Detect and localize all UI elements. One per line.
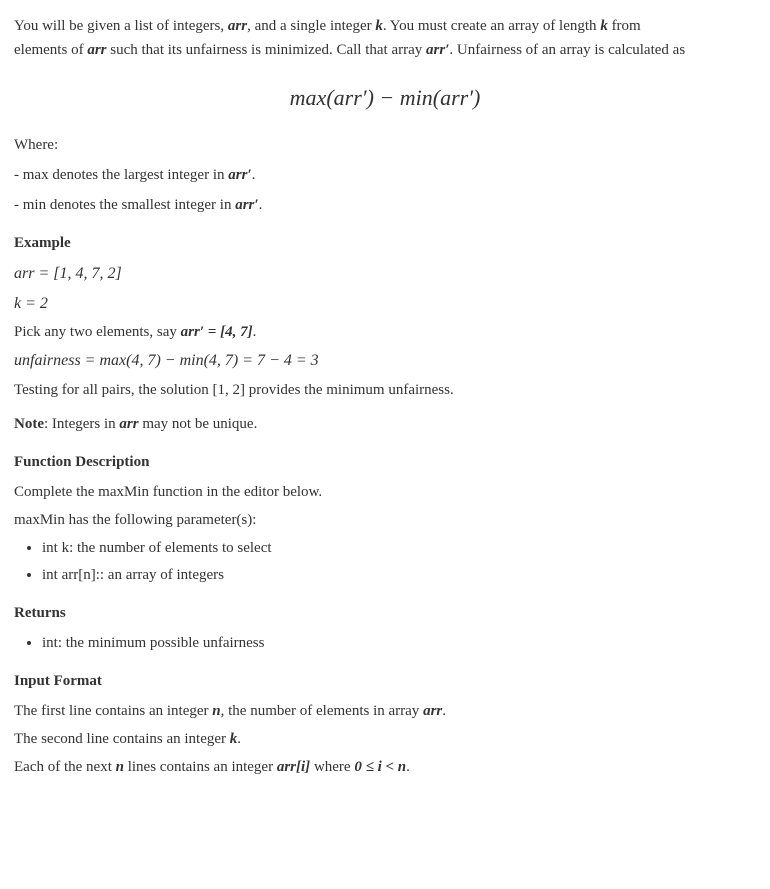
min-arr-prime: arr′ — [235, 197, 258, 213]
returns-item: int: the minimum possible unfairness — [42, 631, 756, 655]
where-section: Where: - max denotes the largest integer… — [14, 133, 756, 217]
unfairness-line: unfairness = max(4, 7) − min(4, 7) = 7 −… — [14, 348, 756, 374]
arr-eq-line: arr = [1, 4, 7, 2] — [14, 261, 756, 287]
input-n: n — [212, 703, 220, 719]
max-arr-prime: arr′ — [228, 167, 251, 183]
note-arr: arr — [119, 416, 138, 432]
returns-list: int: the minimum possible unfairness — [42, 631, 756, 655]
intro-text3: . You must create an array of length — [383, 18, 600, 34]
params-text: maxMin has the following parameter(s): — [14, 508, 756, 532]
intro-text5: such that its unfairness is minimized. C… — [107, 42, 427, 58]
input-line2: The second line contains an integer k. — [14, 727, 756, 751]
intro-k: k — [375, 18, 383, 34]
input-n2: n — [116, 759, 124, 775]
params-list: int k: the number of elements to select … — [42, 536, 756, 587]
intro-arr-prime: arr′ — [426, 42, 449, 58]
example-heading: Example — [14, 231, 756, 255]
intro-text2: , and a single integer — [247, 18, 375, 34]
returns-heading: Returns — [14, 601, 756, 625]
complete-text: Complete the maxMin function in the edit… — [14, 480, 756, 504]
param-k: int k: the number of elements to select — [42, 536, 756, 560]
input-arr: arr — [423, 703, 442, 719]
intro-arr: arr — [228, 18, 247, 34]
input-inequality: 0 ≤ i < n — [354, 759, 406, 775]
where-label: Where: — [14, 133, 756, 157]
example-arr-prime-eq: arr′ = [4, 7] — [181, 324, 253, 340]
function-desc-heading: Function Description — [14, 450, 756, 474]
intro-from: from — [612, 18, 641, 34]
max-desc: - max denotes the largest integer in arr… — [14, 163, 756, 187]
formula-display: max(arr′) − min(arr′) — [290, 80, 481, 115]
intro-k2: k — [600, 18, 608, 34]
intro-text6: . Unfairness of an array is calculated a… — [449, 42, 685, 58]
min-desc: - min denotes the smallest integer in ar… — [14, 193, 756, 217]
input-arr-bracket: arr[i] — [277, 759, 310, 775]
testing-line: Testing for all pairs, the solution [1, … — [14, 378, 756, 402]
formula-block: max(arr′) − min(arr′) — [14, 80, 756, 115]
input-line1: The first line contains an integer n, th… — [14, 699, 756, 723]
param-arr: int arr[n]:: an array of integers — [42, 563, 756, 587]
bracket-12: [1, 2] — [213, 382, 246, 398]
input-format-heading: Input Format — [14, 669, 756, 693]
note-paragraph: Note: Integers in arr may not be unique. — [14, 412, 756, 436]
intro-text1: You will be given a list of integers, — [14, 18, 228, 34]
intro-text4: elements of — [14, 42, 87, 58]
intro-paragraph: You will be given a list of integers, ar… — [14, 14, 756, 62]
pick-text: Pick any two elements, say arr′ = [4, 7]… — [14, 320, 756, 344]
k-eq-line: k = 2 — [14, 291, 756, 317]
note-label: Note — [14, 416, 44, 432]
intro-arr2: arr — [87, 42, 106, 58]
input-line3: Each of the next n lines contains an int… — [14, 755, 756, 779]
